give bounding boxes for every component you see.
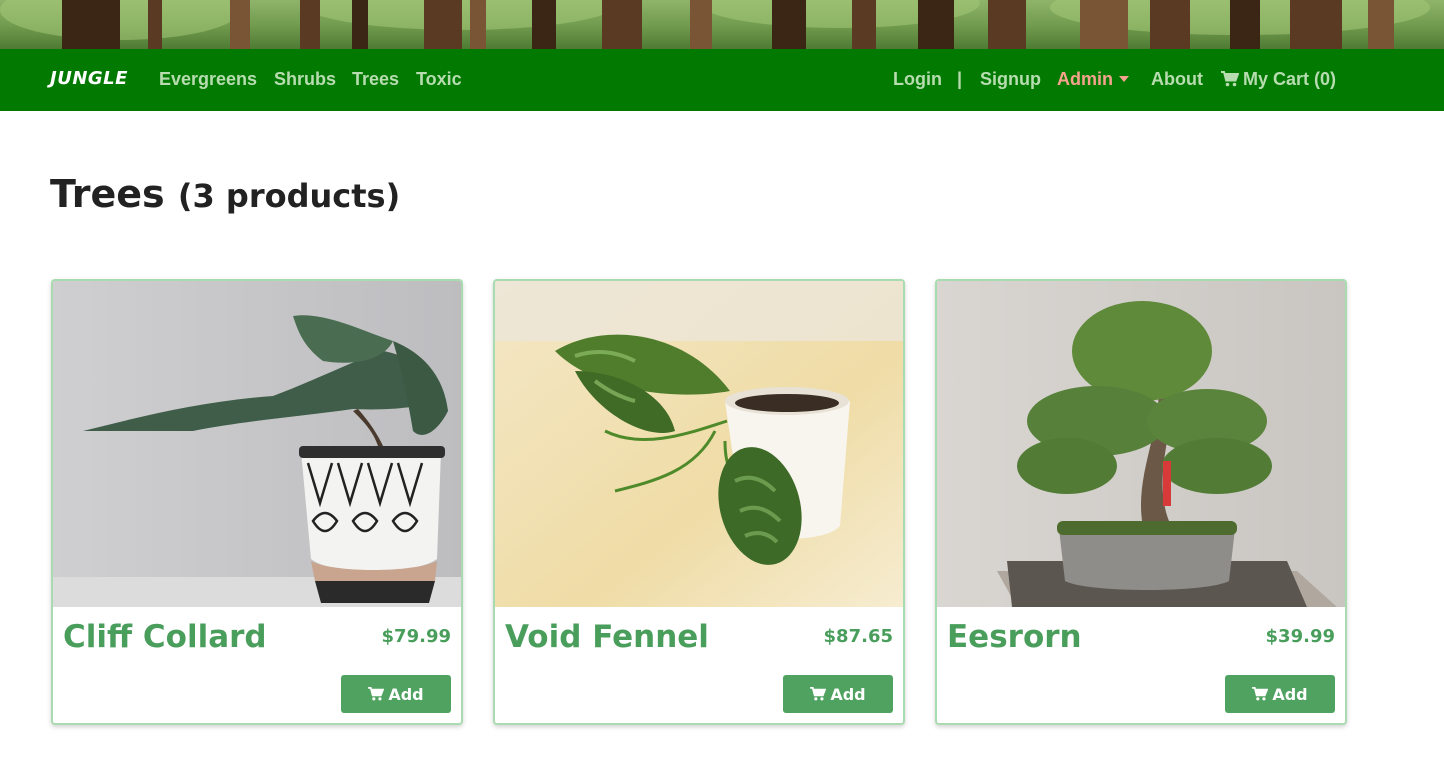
- cart-label: My Cart (0): [1243, 69, 1337, 89]
- product-price: $79.99: [381, 626, 451, 647]
- nav-separator: |: [957, 69, 963, 89]
- admin-dropdown[interactable]: Admin: [1057, 69, 1129, 90]
- login-link[interactable]: Login: [893, 69, 942, 90]
- product-card: Void Fennel $87.65 Add: [493, 279, 905, 725]
- add-button-label: Add: [830, 684, 866, 704]
- product-name[interactable]: Void Fennel: [505, 619, 709, 655]
- cart-link[interactable]: My Cart (0): [1221, 69, 1336, 90]
- add-to-cart-button[interactable]: Add: [783, 675, 893, 713]
- product-name[interactable]: Cliff Collard: [63, 619, 267, 655]
- signup-link[interactable]: Signup: [980, 69, 1041, 90]
- cart-icon: [1252, 687, 1269, 701]
- product-image[interactable]: [495, 281, 903, 607]
- brand-logo-link[interactable]: JUNGLE: [50, 68, 128, 89]
- nav-link-evergreens[interactable]: Evergreens: [159, 69, 257, 90]
- product-price: $87.65: [823, 626, 893, 647]
- product-image[interactable]: [937, 281, 1345, 607]
- cart-icon: [368, 687, 385, 701]
- page-title: Trees (3 products): [50, 172, 400, 216]
- nav-link-shrubs[interactable]: Shrubs: [274, 69, 336, 90]
- add-button-label: Add: [1272, 684, 1308, 704]
- cart-icon: [810, 687, 827, 701]
- product-card: Cliff Collard $79.99 Add: [51, 279, 463, 725]
- add-to-cart-button[interactable]: Add: [1225, 675, 1335, 713]
- nav-link-trees[interactable]: Trees: [352, 69, 399, 90]
- about-link[interactable]: About: [1151, 69, 1203, 90]
- top-navbar: JUNGLE Evergreens Shrubs Trees Toxic Log…: [0, 49, 1444, 111]
- cart-icon: [1221, 71, 1239, 87]
- product-card: Eesrorn $39.99 Add: [935, 279, 1347, 725]
- admin-label: Admin: [1057, 69, 1113, 89]
- add-to-cart-button[interactable]: Add: [341, 675, 451, 713]
- caret-down-icon: [1119, 76, 1129, 82]
- forest-banner: [0, 0, 1444, 49]
- product-price: $39.99: [1265, 626, 1335, 647]
- product-image[interactable]: [53, 281, 461, 607]
- nav-link-toxic[interactable]: Toxic: [416, 69, 462, 90]
- add-button-label: Add: [388, 684, 424, 704]
- category-title: Trees: [50, 172, 165, 216]
- product-count: (3 products): [177, 177, 401, 215]
- product-name[interactable]: Eesrorn: [947, 619, 1082, 655]
